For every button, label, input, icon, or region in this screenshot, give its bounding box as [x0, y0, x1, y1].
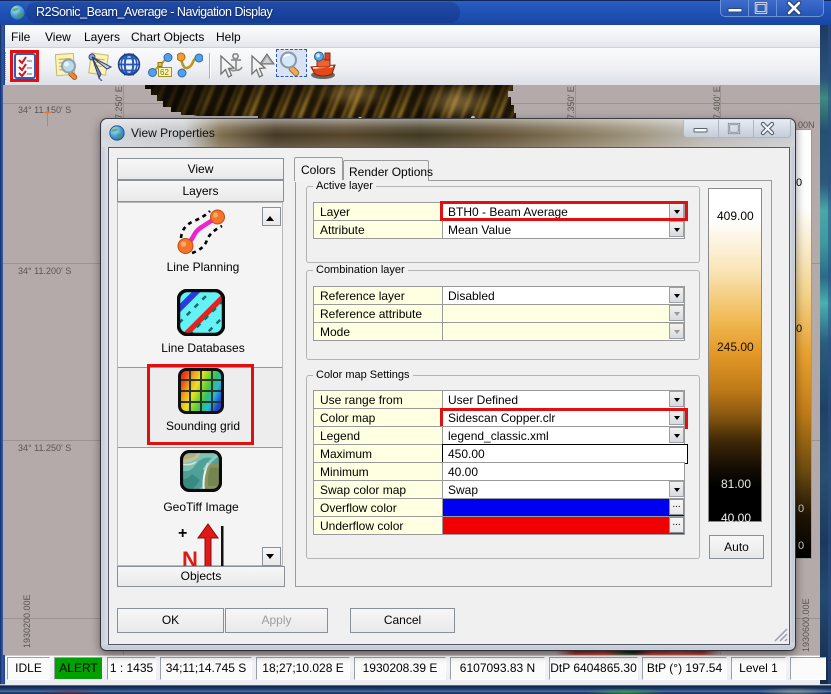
- svg-text:62: 62: [160, 68, 169, 77]
- svg-text:N: N: [182, 547, 198, 568]
- svg-text:+: +: [178, 525, 187, 542]
